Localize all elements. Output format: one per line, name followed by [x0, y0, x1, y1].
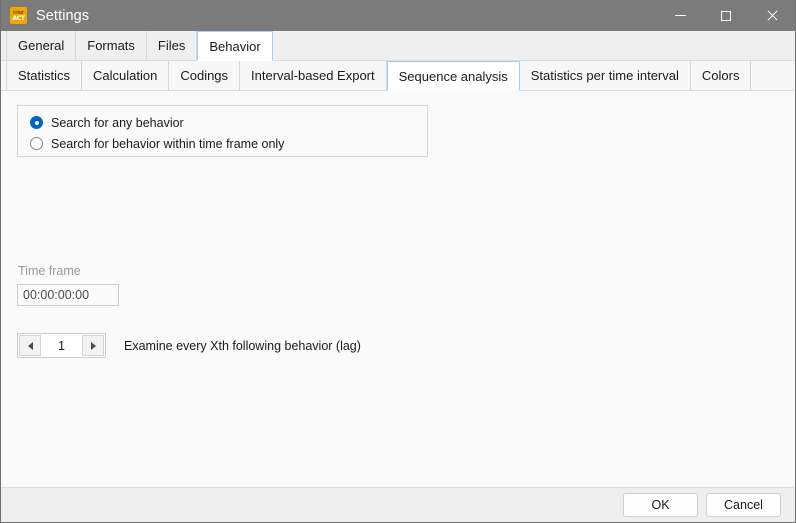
secondary-tab-strip: Statistics Calculation Codings Interval-… — [1, 61, 795, 91]
tab-sequence-analysis[interactable]: Sequence analysis — [386, 61, 520, 91]
primary-tab-strip: General Formats Files Behavior — [1, 31, 795, 61]
time-frame-input[interactable] — [17, 284, 119, 306]
window-title: Settings — [36, 7, 90, 24]
tab-behavior[interactable]: Behavior — [197, 31, 273, 61]
close-button[interactable] — [749, 0, 795, 31]
tab-colors[interactable]: Colors — [691, 61, 752, 90]
ok-button[interactable]: OK — [623, 493, 698, 517]
minimize-button[interactable] — [657, 0, 703, 31]
triangle-right-icon — [90, 341, 96, 350]
radio-any-behavior-label: Search for any behavior — [51, 115, 184, 130]
lag-control-row: 1 Examine every Xth following behavior (… — [17, 333, 361, 358]
tab-interval-based-export[interactable]: Interval-based Export — [240, 61, 387, 90]
window-controls — [657, 0, 795, 31]
lag-caption: Examine every Xth following behavior (la… — [124, 338, 361, 353]
tab-files[interactable]: Files — [147, 31, 198, 60]
interact-logo-icon: inter ACT — [10, 7, 27, 24]
title-bar: inter ACT Settings — [1, 0, 795, 31]
tab-statistics[interactable]: Statistics — [6, 61, 83, 90]
sequence-analysis-panel: Search for any behavior Search for behav… — [1, 91, 795, 486]
maximize-icon — [721, 10, 731, 21]
search-mode-group: Search for any behavior Search for behav… — [17, 105, 428, 157]
triangle-left-icon — [27, 341, 33, 350]
cancel-button[interactable]: Cancel — [706, 493, 781, 517]
tab-general[interactable]: General — [6, 31, 77, 60]
dialog-footer: OK Cancel — [1, 487, 795, 522]
logo-line-2: ACT — [12, 14, 25, 22]
maximize-button[interactable] — [703, 0, 749, 31]
tab-codings[interactable]: Codings — [169, 61, 241, 90]
radio-any-behavior-icon[interactable] — [30, 116, 43, 129]
lag-increment-button[interactable] — [82, 335, 104, 356]
minimize-icon — [674, 15, 686, 16]
radio-within-time-frame-icon[interactable] — [30, 137, 43, 150]
radio-option-within-time-frame[interactable]: Search for behavior within time frame on… — [30, 134, 427, 153]
lag-decrement-button[interactable] — [19, 335, 41, 356]
radio-option-any-behavior[interactable]: Search for any behavior — [30, 113, 427, 132]
close-icon — [766, 10, 778, 22]
lag-spinner[interactable]: 1 — [17, 333, 106, 358]
tab-statistics-per-time-interval[interactable]: Statistics per time interval — [520, 61, 691, 90]
lag-value[interactable]: 1 — [42, 334, 81, 357]
time-frame-label: Time frame — [18, 264, 81, 278]
settings-window: inter ACT Settings General Formats Files… — [0, 0, 796, 523]
tab-calculation[interactable]: Calculation — [82, 61, 170, 90]
radio-within-time-frame-label: Search for behavior within time frame on… — [51, 136, 285, 151]
tab-formats[interactable]: Formats — [76, 31, 147, 60]
